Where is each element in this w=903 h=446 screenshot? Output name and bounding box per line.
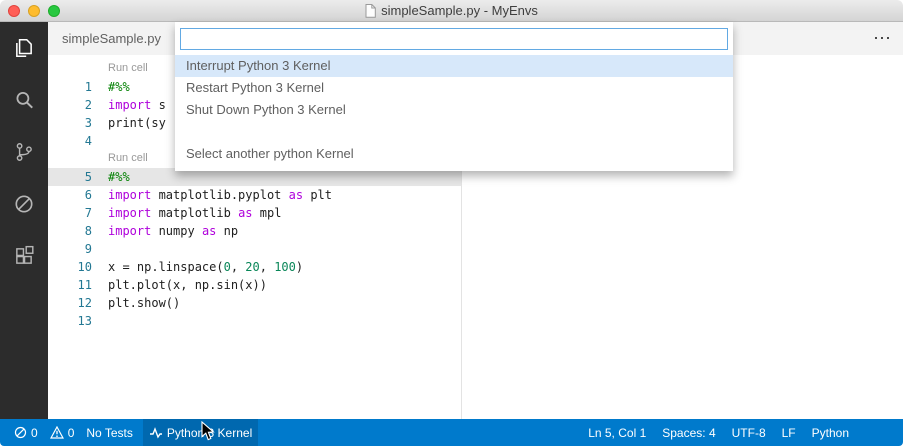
language-mode[interactable]: Python xyxy=(804,419,857,446)
line-number: 2 xyxy=(84,98,92,112)
line-number: 9 xyxy=(84,242,92,256)
line-number: 5 xyxy=(84,170,92,184)
line-number: 4 xyxy=(84,134,92,148)
window-title: simpleSample.py - MyEnvs xyxy=(381,3,538,18)
problems-warnings[interactable]: 0 xyxy=(44,419,81,446)
kernel-selector[interactable]: Python 3 Kernel xyxy=(142,419,259,446)
code-row: 6 import matplotlib.pyplot as plt xyxy=(48,186,903,204)
quick-pick-item[interactable]: Restart Python 3 Kernel xyxy=(175,77,733,99)
activity-bar-item-debug[interactable] xyxy=(0,178,48,230)
quick-pick-input-wrap xyxy=(175,22,733,55)
run-cell-codelens[interactable]: Run cell xyxy=(108,150,148,168)
debug-icon xyxy=(15,195,33,213)
document-proxy-icon xyxy=(365,3,376,18)
code-line: import matplotlib as mpl xyxy=(108,206,282,220)
activity-bar-item-source-control[interactable] xyxy=(0,126,48,178)
line-number xyxy=(48,150,92,168)
quick-pick-item[interactable]: Shut Down Python 3 Kernel xyxy=(175,99,733,121)
code-row: 11 plt.plot(x, np.sin(x)) xyxy=(48,276,903,294)
quick-pick-item[interactable]: Interrupt Python 3 Kernel xyxy=(175,55,733,77)
activity-bar-item-extensions[interactable] xyxy=(0,230,48,282)
indentation[interactable]: Spaces: 4 xyxy=(654,419,723,446)
code-row: 12 plt.show() xyxy=(48,294,903,312)
line-number xyxy=(48,60,92,78)
line-number: 11 xyxy=(77,278,92,292)
vscode-window: simpleSample.py - MyEnvs simpleSample.py… xyxy=(0,0,903,446)
code-line: import numpy as np xyxy=(108,224,239,238)
search-icon xyxy=(16,91,33,109)
code-line: import matplotlib.pyplot as plt xyxy=(108,188,332,202)
statusbar-left: 0 0 No Tests Python 3 Kernel xyxy=(0,419,259,446)
window-title-area: simpleSample.py - MyEnvs xyxy=(365,3,538,18)
extensions-icon xyxy=(16,245,34,264)
close-window-button[interactable] xyxy=(8,5,20,17)
quick-pick-input[interactable] xyxy=(180,28,728,50)
more-actions-button[interactable]: ⋯ xyxy=(873,22,891,55)
run-cell-codelens[interactable]: Run cell xyxy=(108,60,148,78)
code-row: 10 x = np.linspace(0, 20, 100) xyxy=(48,258,903,276)
code-row: 8 import numpy as np xyxy=(48,222,903,240)
zoom-window-button[interactable] xyxy=(48,5,60,17)
tab-simplesample-py[interactable]: simpleSample.py xyxy=(48,22,175,55)
kernel-quick-pick: Interrupt Python 3 Kernel Restart Python … xyxy=(175,22,733,171)
code-row: 9 xyxy=(48,240,903,258)
line-number: 3 xyxy=(84,116,92,130)
code-line: x = np.linspace(0, 20, 100) xyxy=(108,260,304,274)
line-number: 10 xyxy=(77,260,92,274)
encoding[interactable]: UTF-8 xyxy=(724,419,774,446)
eol-sequence[interactable]: LF xyxy=(774,419,804,446)
cursor-position[interactable]: Ln 5, Col 1 xyxy=(580,419,654,446)
kernel-icon xyxy=(149,426,162,439)
code-line: plt.plot(x, np.sin(x)) xyxy=(108,278,267,292)
warning-count: 0 xyxy=(67,425,75,440)
code-line: #%% xyxy=(108,80,130,94)
activity-bar xyxy=(0,22,48,419)
code-line: plt.show() xyxy=(108,296,181,310)
line-number: 13 xyxy=(77,314,92,328)
line-number: 8 xyxy=(84,224,92,238)
line-number: 7 xyxy=(84,206,92,220)
kernel-label: Python 3 Kernel xyxy=(166,425,253,440)
test-status-label: No Tests xyxy=(86,425,133,440)
activity-bar-item-explorer[interactable] xyxy=(0,22,48,74)
explorer-icon xyxy=(16,38,32,58)
error-icon xyxy=(14,426,27,439)
statusbar-right: Ln 5, Col 1 Spaces: 4 UTF-8 LF Python xyxy=(580,419,903,446)
minimize-window-button[interactable] xyxy=(28,5,40,17)
line-number: 6 xyxy=(84,188,92,202)
status-bar: 0 0 No Tests Python 3 Kernel Ln 5, Col 1… xyxy=(0,419,903,446)
code-line: import s xyxy=(108,98,166,112)
code-row: 7 import matplotlib as mpl xyxy=(48,204,903,222)
problems-errors[interactable]: 0 xyxy=(8,419,44,446)
warning-icon xyxy=(49,426,64,439)
test-status[interactable]: No Tests xyxy=(80,419,138,446)
quick-pick-separator xyxy=(175,121,733,143)
quick-pick-item[interactable]: Select another python Kernel xyxy=(175,143,733,165)
quick-pick-list: Interrupt Python 3 Kernel Restart Python … xyxy=(175,55,733,165)
code-row: 13 xyxy=(48,312,903,330)
traffic-lights xyxy=(8,5,60,17)
line-number: 1 xyxy=(84,80,92,94)
titlebar: simpleSample.py - MyEnvs xyxy=(0,0,903,22)
source-control-icon xyxy=(16,143,32,161)
code-line: print(sy xyxy=(108,116,166,130)
code-line: #%% xyxy=(108,170,130,184)
more-actions-icon: ⋯ xyxy=(873,28,891,48)
line-number: 12 xyxy=(77,296,92,310)
activity-bar-item-search[interactable] xyxy=(0,74,48,126)
error-count: 0 xyxy=(31,425,38,440)
tab-label: simpleSample.py xyxy=(62,31,161,46)
